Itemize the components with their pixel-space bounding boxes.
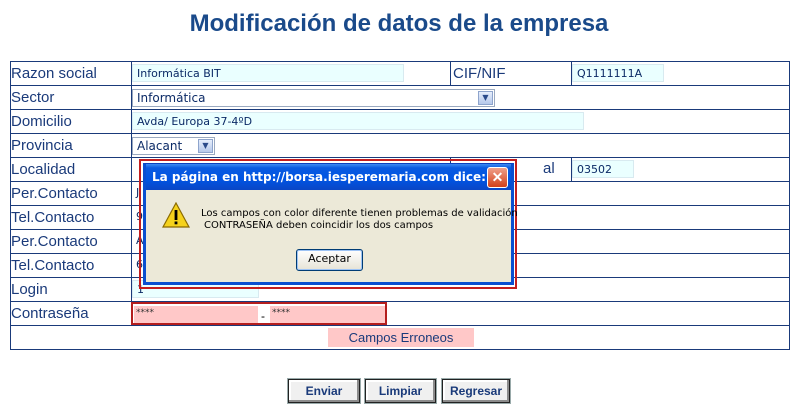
enviar-button[interactable]: Enviar: [287, 378, 361, 404]
domicilio-input[interactable]: Avda/ Europa 37-4ºD: [132, 112, 584, 130]
label-cif: CIF/NIF: [450, 61, 572, 86]
label-provincia: Provincia: [10, 133, 132, 158]
close-icon[interactable]: ✕: [487, 167, 508, 188]
label-contrasena: Contraseña: [10, 301, 132, 326]
dialog-message-line-2: CONTRASEÑA deben coincidir los dos campo…: [204, 220, 434, 231]
razon-social-input[interactable]: Informática BIT: [132, 64, 404, 82]
error-message: Campos Erroneos: [328, 328, 474, 347]
label-tel-contacto-1: Tel.Contacto: [10, 205, 132, 230]
label-per-contacto-1: Per.Contacto: [10, 181, 132, 206]
password-confirm-input[interactable]: ****: [270, 306, 385, 323]
label-per-contacto-2: Per.Contacto: [10, 229, 132, 254]
dialog-message: Los campos con color diferente tienen pr…: [201, 208, 518, 232]
label-cp-fragment: al: [543, 160, 555, 177]
cp-input[interactable]: 03502: [572, 160, 634, 178]
label-localidad: Localidad: [10, 157, 132, 182]
label-sector: Sector: [10, 85, 132, 110]
chevron-down-icon[interactable]: ▼: [198, 139, 213, 153]
label-domicilio: Domicilio: [10, 109, 132, 134]
limpiar-button[interactable]: Limpiar: [364, 378, 437, 404]
cif-input[interactable]: Q1111111A: [572, 64, 664, 82]
chevron-down-icon[interactable]: ▼: [478, 91, 493, 105]
page-title: Modificación de datos de la empresa: [189, 10, 609, 37]
alert-dialog: La página en http://borsa.iesperemaria.c…: [143, 163, 518, 285]
password-input[interactable]: ****: [134, 306, 258, 323]
provincia-select[interactable]: Alacant ▼: [132, 137, 215, 155]
password-separator: -: [261, 309, 265, 323]
sector-value: Informática: [137, 91, 206, 105]
dialog-message-line-1: Los campos con color diferente tienen pr…: [201, 208, 518, 219]
label-login: Login: [10, 277, 132, 302]
password-error-frame: **** - ****: [131, 302, 387, 325]
sector-select[interactable]: Informática ▼: [132, 89, 495, 107]
provincia-value: Alacant: [137, 139, 183, 153]
label-tel-contacto-2: Tel.Contacto: [10, 253, 132, 278]
regresar-button[interactable]: Regresar: [441, 378, 511, 404]
label-razon-social: Razon social: [10, 61, 132, 86]
dialog-title: La página en http://borsa.iesperemaria.c…: [146, 164, 511, 190]
aceptar-button[interactable]: Aceptar: [296, 249, 363, 271]
warning-icon: [162, 202, 190, 228]
